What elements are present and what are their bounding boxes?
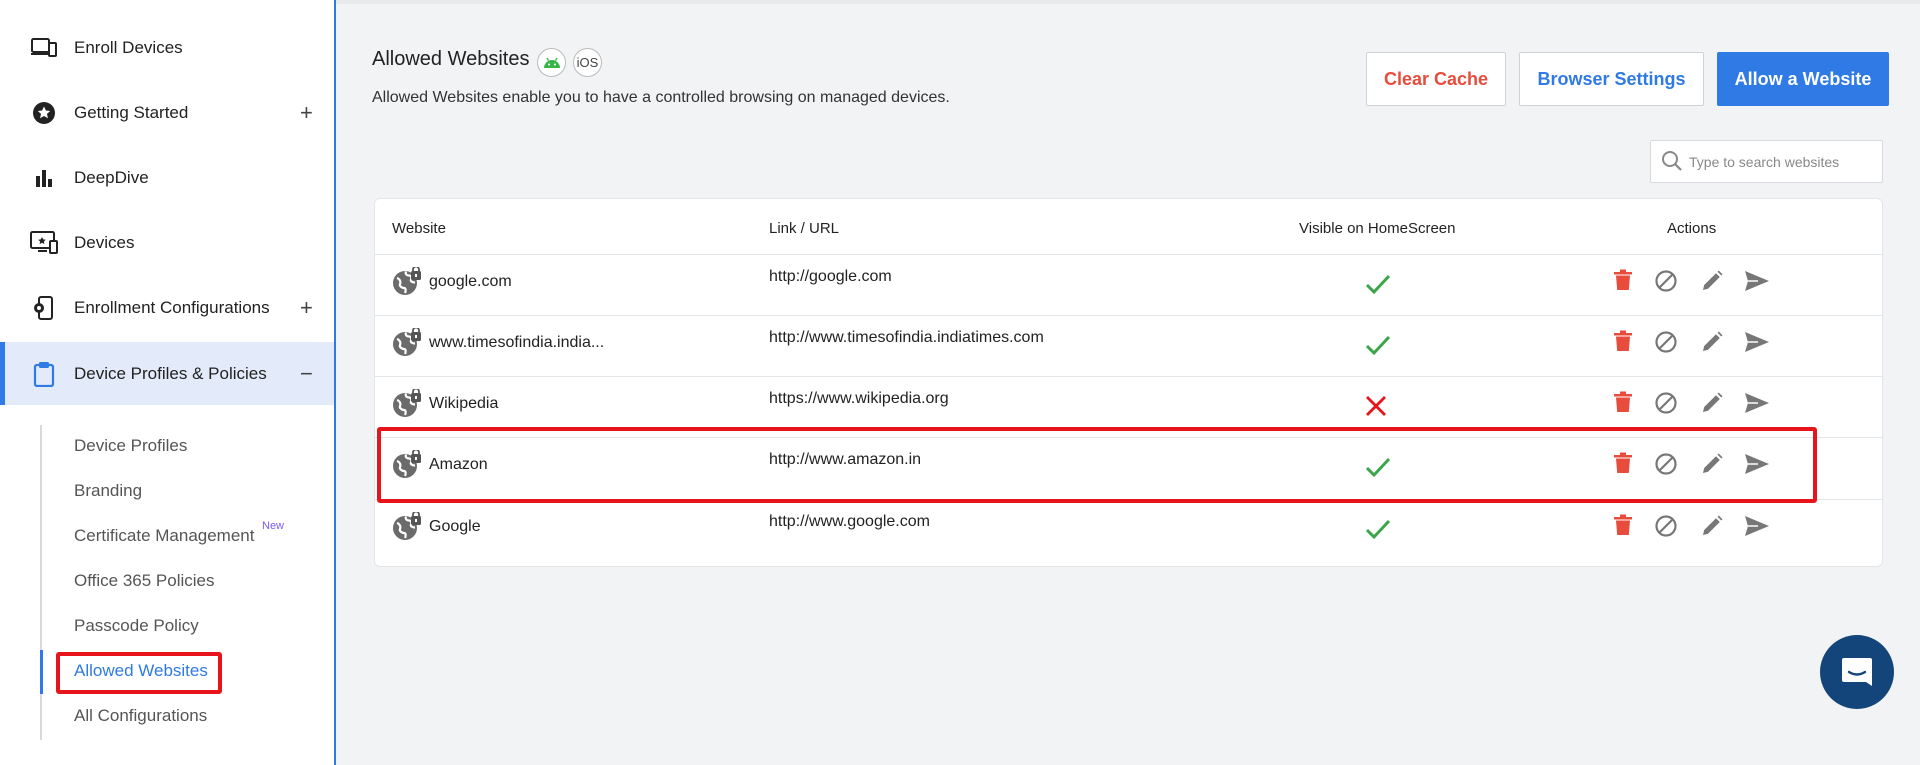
check-icon xyxy=(1364,333,1392,361)
subnav-item-branding[interactable]: Branding xyxy=(74,481,142,501)
website-url: https://www.wikipedia.org xyxy=(769,390,949,407)
clipboard-icon xyxy=(30,360,58,388)
block-icon[interactable] xyxy=(1654,514,1678,538)
phone-settings-icon xyxy=(30,294,58,322)
globe-lock-icon xyxy=(392,265,422,297)
globe-lock-icon xyxy=(392,387,422,419)
delete-icon[interactable] xyxy=(1613,391,1637,415)
block-icon[interactable] xyxy=(1654,391,1678,415)
check-icon xyxy=(1364,517,1392,545)
send-icon[interactable] xyxy=(1744,391,1770,415)
bar-chart-icon xyxy=(30,164,58,192)
sidebar-item-label: Device Profiles & Policies xyxy=(74,363,267,383)
globe-lock-icon xyxy=(392,510,422,542)
sidebar-item-label: DeepDive xyxy=(74,168,149,187)
subnav-item-certificate-management[interactable]: Certificate Management xyxy=(74,526,254,546)
column-header-website: Website xyxy=(392,220,446,237)
android-icon xyxy=(537,48,566,77)
website-url: http://www.google.com xyxy=(769,513,930,530)
expand-icon[interactable]: + xyxy=(300,100,313,126)
website-name: google.com xyxy=(429,273,512,290)
sidebar-item-label: Enroll Devices xyxy=(74,38,183,57)
row-divider xyxy=(374,315,1883,316)
sidebar-item-deepdive[interactable]: DeepDive xyxy=(0,147,334,209)
website-url: http://google.com xyxy=(769,268,892,285)
chat-launcher-button[interactable] xyxy=(1820,635,1894,709)
edit-icon[interactable] xyxy=(1700,269,1724,293)
sidebar-item-label: Enrollment Configurations xyxy=(74,298,270,317)
chat-icon xyxy=(1842,658,1872,686)
top-border xyxy=(336,0,1920,4)
monitor-icon xyxy=(30,229,58,257)
subnav-item-office-365-policies[interactable]: Office 365 Policies xyxy=(74,571,214,591)
sidebar-item-devices[interactable]: Devices xyxy=(0,212,334,274)
delete-icon[interactable] xyxy=(1613,269,1637,293)
edit-icon[interactable] xyxy=(1700,330,1724,354)
sidebar-item-getting-started[interactable]: Getting Started + xyxy=(0,82,334,144)
page-title: Allowed Websites xyxy=(372,48,530,70)
edit-icon[interactable] xyxy=(1700,391,1724,415)
new-badge: New xyxy=(262,520,285,532)
sidebar-item-device-profiles-policies[interactable]: Device Profiles & Policies − xyxy=(0,342,334,405)
star-circle-icon xyxy=(30,99,58,127)
cross-icon xyxy=(1364,394,1392,422)
website-name: Wikipedia xyxy=(429,395,499,412)
search-box xyxy=(1650,140,1883,183)
send-icon[interactable] xyxy=(1744,269,1770,293)
search-input[interactable] xyxy=(1689,141,1879,182)
sidebar: Enroll Devices Getting Started + DeepDiv… xyxy=(0,0,336,765)
highlight-box-sidebar xyxy=(56,652,222,694)
block-icon[interactable] xyxy=(1654,330,1678,354)
subnav-item-all-configurations[interactable]: All Configurations xyxy=(74,706,207,726)
column-header-url: Link / URL xyxy=(769,220,840,237)
collapse-icon[interactable]: − xyxy=(300,361,313,387)
sidebar-item-enroll-devices[interactable]: Enroll Devices xyxy=(0,17,334,79)
delete-icon[interactable] xyxy=(1613,330,1637,354)
browser-settings-button[interactable]: Browser Settings xyxy=(1519,52,1704,106)
edit-icon[interactable] xyxy=(1700,514,1724,538)
website-url: http://www.timesofindia.indiatimes.com xyxy=(769,329,1044,346)
column-header-actions: Actions xyxy=(1667,220,1717,237)
delete-icon[interactable] xyxy=(1613,514,1637,538)
subnav-active-indicator xyxy=(40,650,43,694)
expand-icon[interactable]: + xyxy=(300,295,313,321)
check-icon xyxy=(1364,272,1392,300)
devices-icon xyxy=(30,34,58,62)
globe-lock-icon xyxy=(392,326,422,358)
page-subtitle: Allowed Websites enable you to have a co… xyxy=(372,89,950,106)
sidebar-item-label: Devices xyxy=(74,233,135,252)
row-divider xyxy=(374,254,1883,255)
ios-badge: iOS xyxy=(573,48,602,77)
sidebar-item-label: Getting Started xyxy=(74,103,189,122)
subnav-item-device-profiles[interactable]: Device Profiles xyxy=(74,436,187,456)
website-name: Google xyxy=(429,518,481,535)
send-icon[interactable] xyxy=(1744,330,1770,354)
clear-cache-button[interactable]: Clear Cache xyxy=(1366,52,1506,106)
send-icon[interactable] xyxy=(1744,514,1770,538)
highlight-box-row xyxy=(377,427,1817,503)
row-divider xyxy=(374,376,1883,377)
website-name: www.timesofindia.india... xyxy=(429,334,605,351)
search-icon xyxy=(1661,150,1683,177)
sidebar-item-enrollment-configurations[interactable]: Enrollment Configurations + xyxy=(0,277,334,339)
allow-website-button[interactable]: Allow a Website xyxy=(1717,52,1889,106)
block-icon[interactable] xyxy=(1654,269,1678,293)
column-header-visible: Visible on HomeScreen xyxy=(1299,220,1456,237)
subnav-item-passcode-policy[interactable]: Passcode Policy xyxy=(74,616,199,636)
